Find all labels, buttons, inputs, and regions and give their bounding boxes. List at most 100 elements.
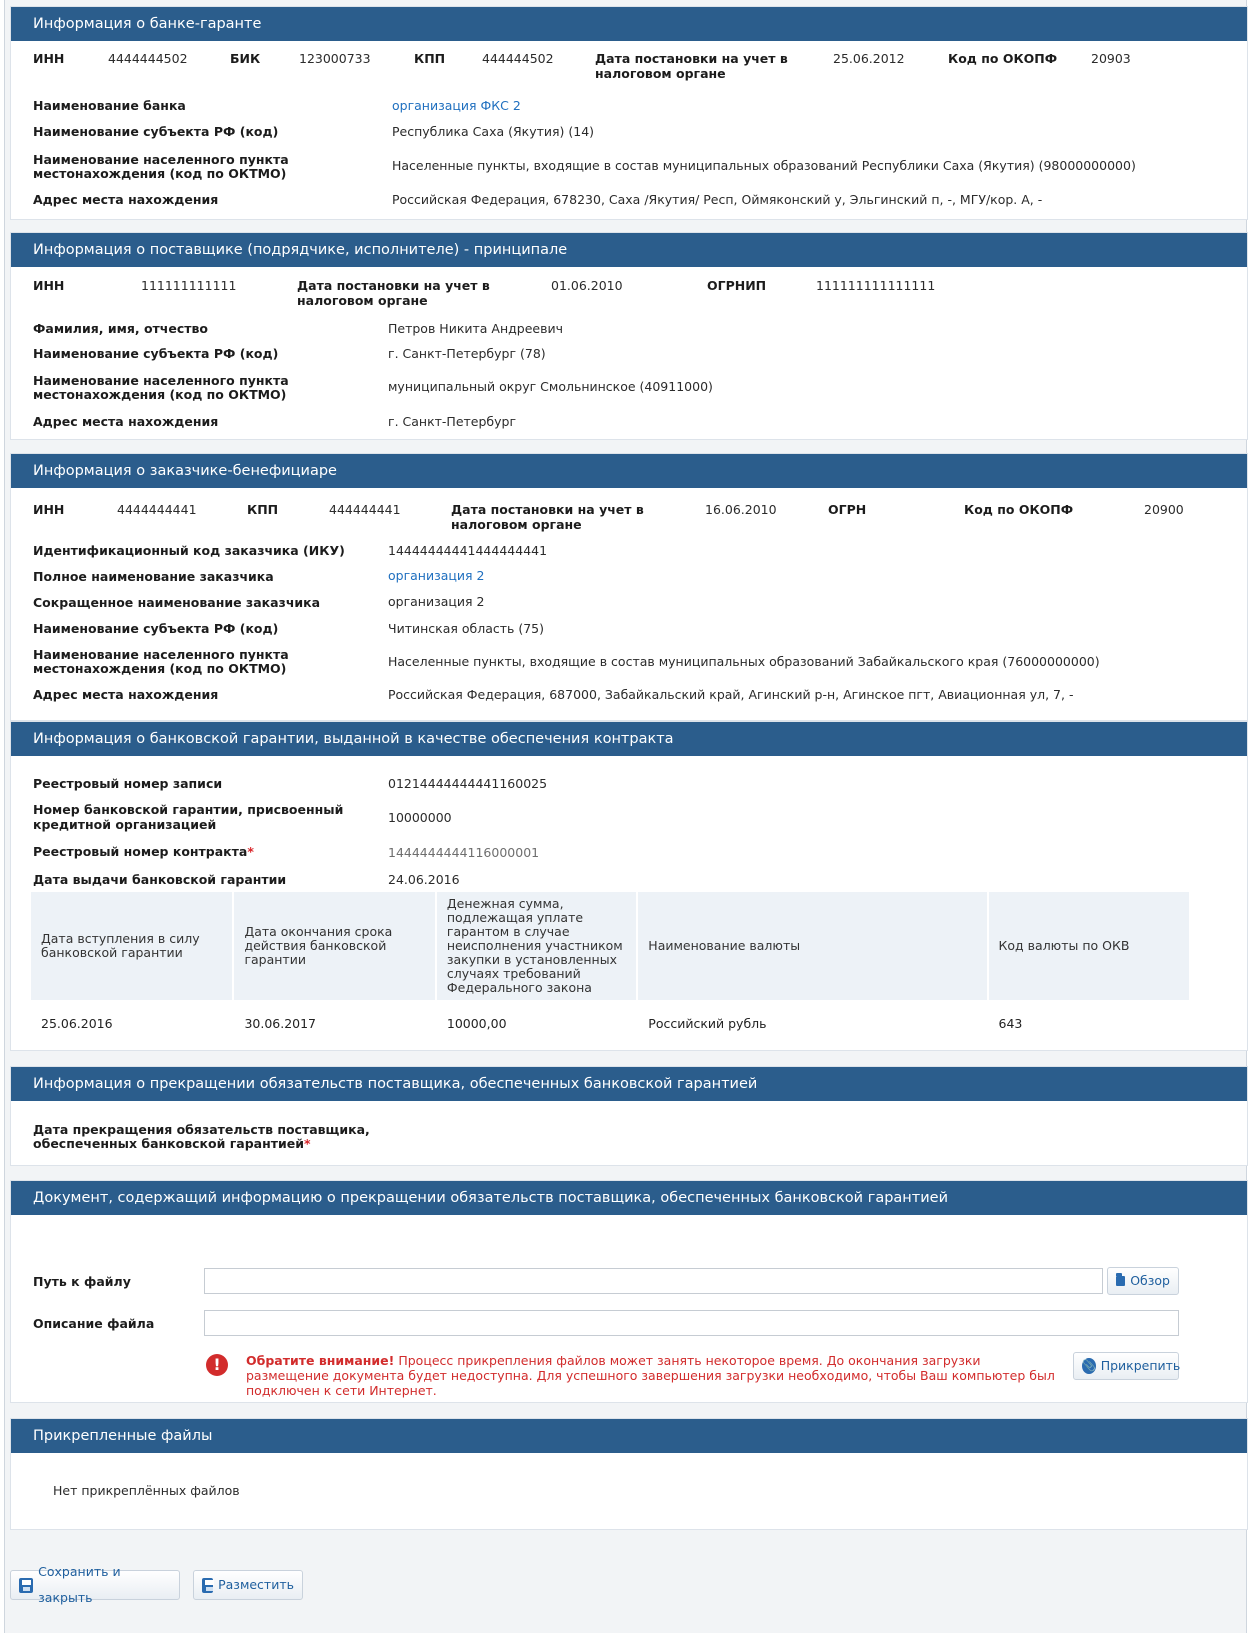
col-header-amount: Денежная сумма, подлежащая уплате гарант…: [436, 892, 637, 1000]
bank-bik-label: БИК: [230, 51, 261, 66]
paperclip-icon: 📎: [1082, 1358, 1096, 1374]
file-path-label: Путь к файлу: [33, 1274, 131, 1289]
guarantee-panel: Информация о банковской гарантии, выданн…: [10, 721, 1248, 1051]
supplier-subject-value: г. Санкт-Петербург (78): [388, 346, 546, 361]
supplier-reg-label-2: налоговом органе: [297, 293, 428, 308]
guarantee-issue-value: 24.06.2016: [388, 872, 460, 887]
folder-icon: [1116, 1273, 1126, 1286]
bank-name-link[interactable]: организация ФКС 2: [392, 98, 521, 113]
supplier-inn-value: 111111111111: [141, 278, 237, 293]
customer-subject-label: Наименование субъекта РФ (код): [33, 621, 279, 636]
table-row: 25.06.2016 30.06.2017 10000,00 Российски…: [31, 1002, 1189, 1044]
bank-reg-label-1: Дата постановки на учет в: [595, 51, 788, 66]
guarantee-registry-value: 01214444444441160025: [388, 776, 548, 791]
supplier-locality-label-2: местонахождения (код по ОКТМО): [33, 387, 287, 402]
customer-reg-label-1: Дата постановки на учет в: [451, 502, 644, 517]
supplier-ogrnip-label: ОГРНИП: [707, 278, 767, 293]
bank-okopf-label: Код по ОКОПФ: [948, 51, 1058, 66]
customer-header: Информация о заказчике-бенефициаре: [11, 454, 1247, 488]
supplier-ogrnip-value: 111111111111111: [816, 278, 936, 293]
termination-header: Информация о прекращении обязательств по…: [11, 1067, 1247, 1101]
save-and-close-button[interactable]: Сохранить и закрыть: [10, 1564, 180, 1605]
cell-amount: 10000,00: [446, 1015, 507, 1031]
bank-subject-value: Республика Саха (Якутия) (14): [392, 124, 595, 139]
required-mark: *: [303, 1136, 311, 1151]
customer-kpp-label: КПП: [247, 502, 279, 517]
bank-okopf-value: 20903: [1091, 51, 1131, 66]
publish-button[interactable]: Разместить: [193, 1570, 303, 1600]
customer-locality-label-2: местонахождения (код по ОКТМО): [33, 661, 287, 676]
file-description-input[interactable]: [204, 1310, 1179, 1336]
file-path-input[interactable]: [204, 1268, 1103, 1294]
col-header-start-date: Дата вступления в силу банковской гарант…: [31, 892, 233, 1000]
attach-button-label: Прикрепить: [1100, 1358, 1181, 1373]
col-header-currency-name: Наименование валюты: [638, 892, 987, 1000]
bank-name-label: Наименование банка: [33, 98, 186, 113]
supplier-header: Информация о поставщике (подрядчике, исп…: [11, 233, 1247, 267]
customer-reg-date: 16.06.2010: [705, 502, 777, 517]
cell-end-date: 30.06.2017: [244, 1015, 317, 1031]
customer-kpp-value: 444444441: [329, 502, 401, 517]
cell-start-date: 25.06.2016: [41, 1015, 113, 1031]
guarantee-number-label-1: Номер банковской гарантии, присвоенный: [33, 802, 344, 817]
bank-guarantor-header: Информация о банке-гаранте: [11, 7, 1247, 41]
customer-inn-label: ИНН: [33, 502, 65, 517]
no-attached-files-text: Нет прикреплённых файлов: [53, 1483, 240, 1498]
supplier-locality-label-1: Наименование населенного пункта: [33, 373, 289, 388]
guarantee-registry-label: Реестровый номер записи: [33, 776, 223, 791]
bank-locality-label-1: Наименование населенного пункта: [33, 152, 289, 167]
attach-button[interactable]: 📎 Прикрепить: [1073, 1352, 1181, 1380]
file-description-label: Описание файла: [33, 1316, 155, 1331]
customer-iku-value: 14444444441444444441: [388, 543, 548, 558]
col-header-end-date: Дата окончания срока действия банковской…: [234, 892, 435, 1000]
bank-inn-label: ИНН: [33, 51, 65, 66]
browse-button[interactable]: Обзор: [1107, 1267, 1179, 1295]
supplier-subject-label: Наименование субъекта РФ (код): [33, 346, 279, 361]
supplier-fio-value: Петров Никита Андреевич: [388, 321, 563, 336]
document-header: Документ, содержащий информацию о прекра…: [11, 1181, 1247, 1215]
bank-kpp-value: 444444502: [482, 51, 554, 66]
supplier-panel: Информация о поставщике (подрядчике, исп…: [10, 232, 1248, 440]
attached-files-panel: Прикрепленные файлы Нет прикреплённых фа…: [10, 1418, 1248, 1530]
guarantee-contract-label: Реестровый номер контракта*: [33, 844, 254, 859]
customer-locality-value: Населенные пункты, входящие в состав мун…: [388, 654, 1100, 669]
save-and-close-label: Сохранить и закрыть: [38, 1564, 121, 1605]
customer-reg-label-2: налоговом органе: [451, 517, 582, 532]
col-header-currency-code: Код валюты по ОКВ: [988, 892, 1189, 1000]
cell-currency-code: 643: [998, 1015, 1023, 1031]
supplier-inn-label: ИНН: [33, 278, 65, 293]
customer-short-name-label: Сокращенное наименование заказчика: [33, 595, 321, 610]
supplier-fio-label: Фамилия, имя, отчество: [33, 321, 208, 336]
bank-locality-label-2: местонахождения (код по ОКТМО): [33, 166, 287, 181]
bank-inn-value: 4444444502: [108, 51, 188, 66]
bank-bik-value: 123000733: [299, 51, 371, 66]
cell-currency-name: Российский рубль: [648, 1015, 767, 1031]
bank-locality-value: Населенные пункты, входящие в состав мун…: [392, 158, 1136, 173]
customer-full-name-label: Полное наименование заказчика: [33, 569, 274, 584]
customer-okopf-value: 20900: [1144, 502, 1184, 517]
supplier-address-label: Адрес места нахождения: [33, 414, 219, 429]
guarantee-number-value: 10000000: [388, 810, 452, 825]
supplier-locality-value: муниципальный округ Смольнинское (409110…: [388, 379, 713, 394]
bank-reg-label-2: налоговом органе: [595, 66, 726, 81]
publish-label: Разместить: [218, 1577, 294, 1592]
bank-address-label: Адрес места нахождения: [33, 192, 219, 207]
termination-panel: Информация о прекращении обязательств по…: [10, 1066, 1248, 1166]
customer-address-value: Российская Федерация, 687000, Забайкальс…: [388, 687, 1074, 702]
bank-guarantor-panel: Информация о банке-гаранте ИНН 444444450…: [10, 6, 1248, 220]
customer-short-name-value: организация 2: [388, 594, 485, 609]
guarantee-contract-value: 1444444444116000001: [388, 845, 540, 860]
guarantee-table: Дата вступления в силу банковской гарант…: [29, 890, 1191, 1046]
document-panel: Документ, содержащий информацию о прекра…: [10, 1180, 1248, 1403]
customer-inn-value: 4444444441: [117, 502, 197, 517]
required-mark: *: [247, 844, 254, 859]
save-icon: [19, 1577, 34, 1593]
customer-full-name-link[interactable]: организация 2: [388, 568, 485, 583]
customer-iku-label: Идентификационный код заказчика (ИКУ): [33, 543, 345, 558]
save-icon: [202, 1577, 215, 1593]
customer-ogrn-label: ОГРН: [828, 502, 867, 517]
customer-panel: Информация о заказчике-бенефициаре ИНН 4…: [10, 453, 1248, 721]
browse-button-label: Обзор: [1130, 1273, 1170, 1288]
guarantee-number-label-2: кредитной организацией: [33, 817, 217, 832]
supplier-reg-date: 01.06.2010: [551, 278, 623, 293]
